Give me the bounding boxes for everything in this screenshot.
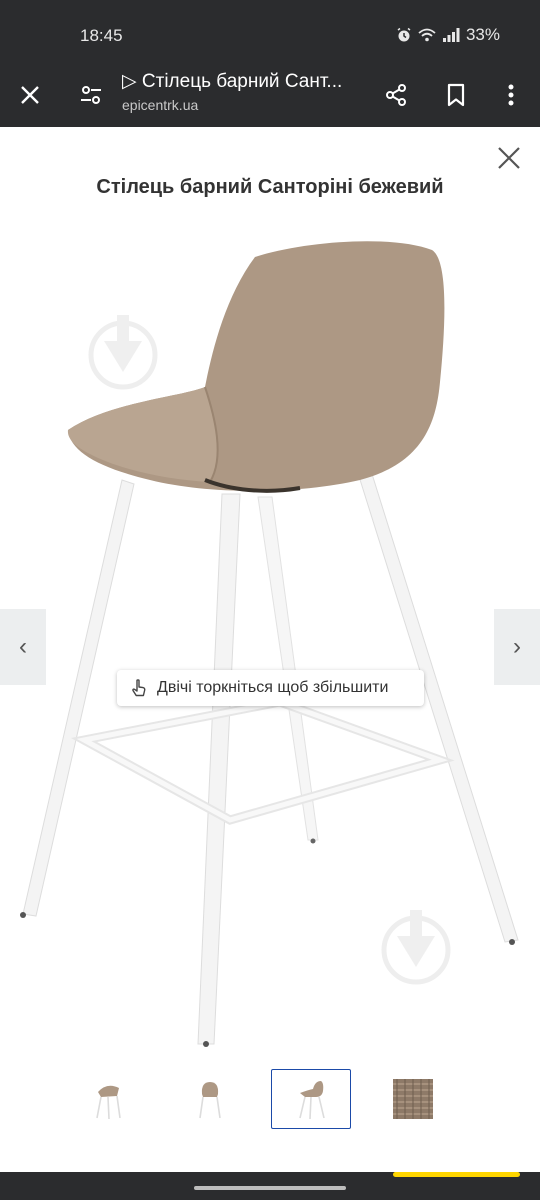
signal-icon bbox=[442, 28, 460, 42]
chevron-right-icon: › bbox=[513, 633, 521, 660]
more-options-button[interactable] bbox=[488, 72, 534, 118]
page-url[interactable]: epicentrk.ua bbox=[122, 97, 198, 113]
next-image-button[interactable]: › bbox=[494, 609, 540, 685]
share-icon bbox=[386, 84, 406, 106]
thumbnail-2[interactable] bbox=[170, 1069, 250, 1129]
watermark-icon bbox=[381, 910, 451, 985]
chair-thumbnail-image bbox=[299, 1081, 325, 1120]
chair-legs bbox=[20, 469, 519, 1047]
bookmark-button[interactable] bbox=[433, 72, 479, 118]
chair-thumbnail-image bbox=[96, 1085, 121, 1120]
alarm-icon bbox=[397, 27, 411, 42]
image-viewer: Стілець барний Санторіні бежевий ‹ › Дві… bbox=[0, 127, 540, 1172]
watermark-icon bbox=[88, 315, 158, 390]
status-bar: 18:45 33% bbox=[0, 0, 540, 64]
close-viewer-button[interactable] bbox=[494, 143, 524, 173]
tap-hand-icon bbox=[132, 679, 146, 697]
thumbnail-3[interactable] bbox=[271, 1069, 351, 1129]
thumbnail-strip bbox=[0, 1069, 540, 1131]
close-icon bbox=[498, 147, 520, 169]
tune-icon bbox=[81, 86, 101, 104]
browser-toolbar: ▷ Стілець барний Сант... epicentrk.ua bbox=[0, 64, 540, 127]
zoom-hint-text: Двічі торкніться щоб збільшити bbox=[157, 679, 389, 696]
chevron-left-icon: ‹ bbox=[19, 633, 27, 660]
close-tab-button[interactable] bbox=[7, 72, 53, 118]
status-icons: 33% bbox=[396, 25, 500, 45]
buy-button-peek bbox=[393, 1172, 520, 1177]
product-title: Стілець барний Санторіні бежевий bbox=[96, 176, 444, 198]
prev-image-button[interactable]: ‹ bbox=[0, 609, 46, 685]
share-button[interactable] bbox=[373, 72, 419, 118]
product-photo[interactable] bbox=[0, 212, 540, 1062]
more-vert-icon bbox=[508, 84, 514, 106]
thumbnail-1[interactable] bbox=[68, 1069, 148, 1129]
status-time: 18:45 bbox=[80, 26, 123, 45]
site-settings-button[interactable] bbox=[68, 72, 114, 118]
bookmark-icon bbox=[447, 83, 465, 107]
battery-level: 33% bbox=[465, 25, 500, 44]
thumbnail-4[interactable] bbox=[373, 1069, 453, 1129]
zoom-hint: Двічі торкніться щоб збільшити bbox=[117, 670, 424, 706]
close-icon bbox=[21, 86, 39, 104]
gesture-handle[interactable] bbox=[194, 1186, 346, 1190]
chair-thumbnail-image bbox=[199, 1082, 221, 1119]
fabric-thumbnail-image bbox=[393, 1079, 433, 1119]
page-title[interactable]: ▷ Стілець барний Сант... bbox=[122, 70, 367, 93]
bottom-bar bbox=[0, 1172, 540, 1200]
wifi-icon bbox=[418, 28, 436, 42]
